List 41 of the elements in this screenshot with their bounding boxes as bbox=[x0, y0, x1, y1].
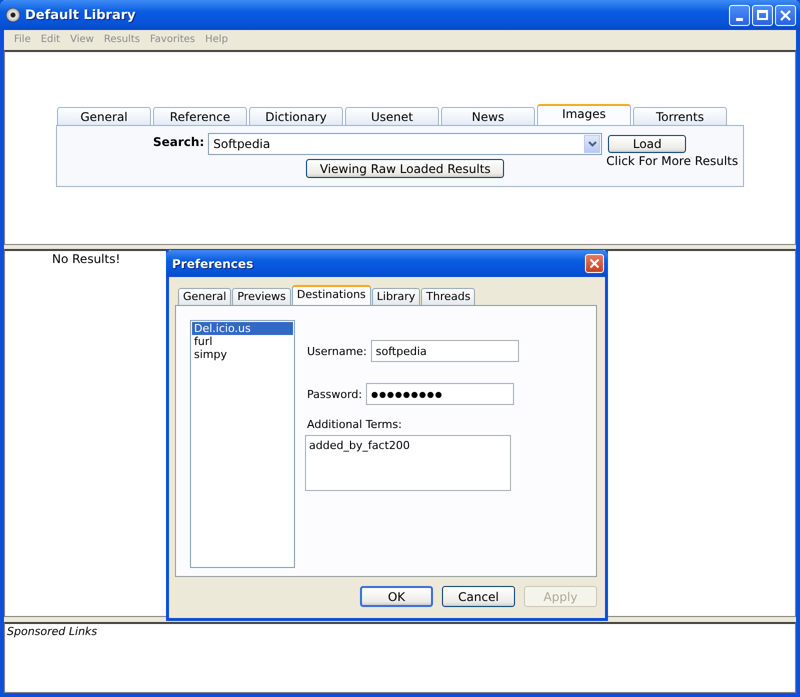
dropdown-button[interactable] bbox=[584, 135, 600, 153]
password-field[interactable]: ●●●●●●●●● bbox=[366, 383, 514, 405]
search-label: Search: bbox=[153, 135, 204, 151]
tab[interactable]: General bbox=[178, 288, 232, 305]
password-label: Password: bbox=[307, 388, 362, 400]
additional-terms-field[interactable]: added_by_fact200 bbox=[305, 435, 511, 491]
load-hint: Click For More Results bbox=[606, 154, 738, 168]
tab[interactable]: Threads bbox=[421, 288, 476, 305]
close-icon bbox=[779, 8, 792, 22]
view-results-button[interactable]: Viewing Raw Loaded Results bbox=[306, 159, 504, 178]
sponsored-links-label: Sponsored Links bbox=[7, 625, 98, 638]
list-item[interactable]: simpy bbox=[192, 348, 293, 361]
close-button[interactable] bbox=[585, 254, 604, 273]
tab[interactable]: Torrents bbox=[633, 107, 727, 125]
caret-icon bbox=[588, 141, 597, 147]
window-title: Default Library bbox=[25, 8, 137, 22]
list-item[interactable]: furl bbox=[192, 335, 293, 348]
close-button[interactable] bbox=[775, 4, 796, 26]
load-button[interactable]: Load bbox=[608, 135, 686, 153]
additional-terms-label: Additional Terms: bbox=[307, 418, 403, 431]
results-message: No Results! bbox=[52, 252, 120, 266]
username-label: Username: bbox=[307, 344, 367, 358]
tab[interactable]: Previews bbox=[232, 288, 291, 305]
dialog-button[interactable]: OK bbox=[360, 586, 433, 607]
tab[interactable]: Destinations bbox=[292, 285, 371, 305]
minimize-button[interactable] bbox=[729, 4, 750, 26]
close-icon bbox=[589, 258, 600, 269]
tab[interactable]: Library bbox=[372, 288, 420, 305]
username-field[interactable]: softpedia bbox=[370, 340, 519, 362]
maximize-button[interactable] bbox=[752, 4, 773, 26]
tab[interactable]: Dictionary bbox=[249, 107, 343, 125]
tab[interactable]: News bbox=[441, 107, 535, 125]
tab[interactable]: Images bbox=[537, 104, 631, 125]
search-field[interactable]: Softpedia bbox=[208, 133, 602, 155]
tab[interactable]: Usenet bbox=[345, 107, 439, 125]
tab[interactable]: General bbox=[57, 107, 151, 125]
dialog-button[interactable]: Cancel bbox=[442, 586, 515, 607]
dialog-title: Preferences bbox=[172, 256, 254, 270]
disc-icon bbox=[6, 8, 20, 22]
tab[interactable]: Reference bbox=[153, 107, 247, 125]
list-item[interactable]: Del.icio.us bbox=[192, 322, 293, 335]
